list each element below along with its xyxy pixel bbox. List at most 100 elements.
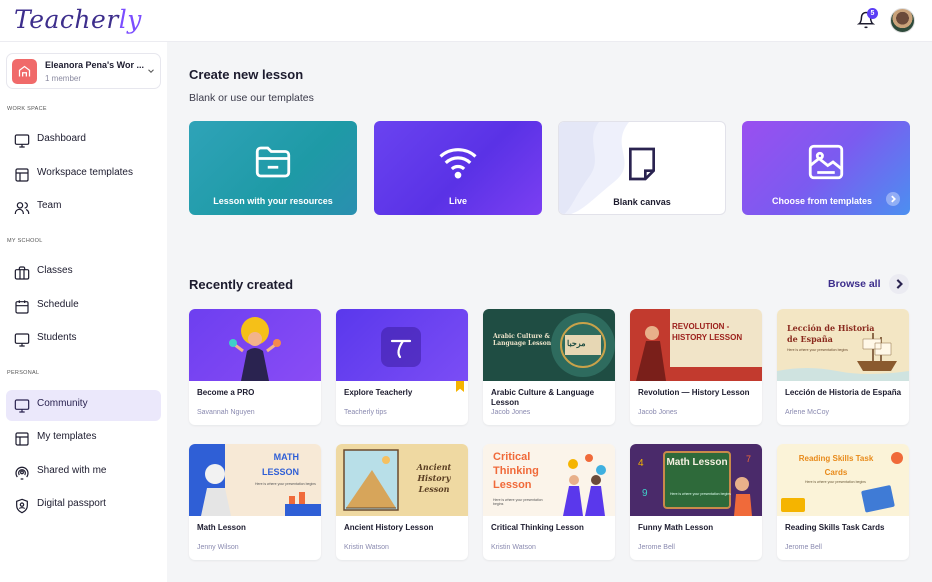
sidebar-item-label: Classes bbox=[37, 265, 73, 276]
card-lesson-with-resources[interactable]: Lesson with your resources bbox=[189, 121, 357, 215]
create-lesson-subtitle: Blank or use our templates bbox=[189, 92, 314, 104]
page-icon bbox=[629, 147, 655, 181]
sidebar-item-label: My templates bbox=[37, 431, 97, 442]
thumb-subtitle: Here is where your presentation begins bbox=[670, 492, 731, 496]
thumb-title: Lección de Historia de España bbox=[787, 323, 875, 344]
sidebar-item-label: Schedule bbox=[37, 299, 79, 310]
monitor-icon bbox=[14, 399, 30, 413]
shield-user-icon bbox=[16, 498, 28, 514]
lesson-card[interactable]: Explore Teacherly Teacherly tips bbox=[336, 309, 468, 425]
thumb-subtitle: Here is where your presentation begins bbox=[493, 498, 543, 506]
lesson-title: Lección de Historia de España bbox=[785, 388, 902, 397]
card-label: Lesson with your resources bbox=[213, 196, 333, 206]
lesson-author: Teacherly tips bbox=[344, 409, 387, 416]
lesson-title: Arabic Culture & Language Lesson bbox=[491, 388, 595, 407]
lesson-author: Jenny Wilson bbox=[197, 544, 239, 551]
app-logo[interactable]: Teacherly bbox=[14, 5, 142, 34]
lesson-title: Reading Skills Task Cards bbox=[785, 523, 885, 532]
lesson-card[interactable]: Ancient History Lesson Ancient History L… bbox=[336, 444, 468, 560]
monitor-icon bbox=[14, 134, 30, 148]
lesson-card[interactable]: Become a PRO Savannah Nguyen bbox=[189, 309, 321, 425]
sidebar-item-team[interactable]: Team bbox=[6, 192, 161, 223]
lesson-card[interactable]: Critical Thinking Lesson Here is where y… bbox=[483, 444, 615, 560]
lesson-thumbnail: MATH LESSON Here is where your presentat… bbox=[189, 444, 321, 516]
thumb-title: Reading Skills Task Cards bbox=[798, 454, 874, 477]
thumb-title: MATH LESSON bbox=[261, 452, 299, 477]
teacherly-logo-icon bbox=[381, 327, 421, 367]
lesson-author: Jerome Bell bbox=[785, 544, 822, 551]
lesson-title: Funny Math Lesson bbox=[638, 523, 714, 532]
revolution-illustration bbox=[630, 309, 762, 381]
wifi-icon bbox=[439, 148, 477, 179]
lesson-thumbnail: Lección de Historia de España Here is wh… bbox=[777, 309, 909, 381]
create-lesson-title: Create new lesson bbox=[189, 67, 304, 82]
recently-created-title: Recently created bbox=[189, 277, 294, 292]
lesson-author: Jerome Bell bbox=[638, 544, 675, 551]
lesson-thumbnail: Reading Skills Task Cards Here is where … bbox=[777, 444, 909, 516]
lesson-title: Ancient History Lesson bbox=[344, 523, 434, 532]
calendar-icon bbox=[15, 300, 29, 314]
lesson-title: Become a PRO bbox=[197, 388, 255, 397]
sidebar-item-community[interactable]: Community bbox=[6, 390, 161, 421]
lesson-card[interactable]: Arabic Culture & Language Lesson مرحبا A… bbox=[483, 309, 615, 425]
card-label: Choose from templates bbox=[771, 196, 873, 206]
thumb-title: Math Lesson bbox=[666, 457, 728, 468]
sidebar-item-schedule[interactable]: Schedule bbox=[6, 291, 161, 322]
svg-text:4: 4 bbox=[638, 458, 644, 469]
lesson-card[interactable]: Reading Skills Task Cards Here is where … bbox=[777, 444, 909, 560]
workspace-icon bbox=[12, 59, 37, 84]
card-choose-templates[interactable]: Choose from templates bbox=[742, 121, 910, 215]
thumb-title: Ancient History Lesson bbox=[416, 462, 452, 494]
card-blank-canvas[interactable]: Blank canvas bbox=[558, 121, 726, 215]
lesson-thumbnail bbox=[336, 309, 468, 381]
lesson-title: Explore Teacherly bbox=[344, 388, 413, 397]
sidebar-item-digital-passport[interactable]: Digital passport bbox=[6, 490, 161, 521]
lesson-card[interactable]: REVOLUTION - HISTORY LESSON Revolution —… bbox=[630, 309, 762, 425]
illustration-person bbox=[229, 317, 281, 381]
browse-all-link[interactable]: Browse all bbox=[828, 278, 881, 290]
template-icon bbox=[808, 144, 844, 180]
sidebar-item-label: Workspace templates bbox=[37, 167, 133, 178]
lesson-thumbnail: Critical Thinking Lesson Here is where y… bbox=[483, 444, 615, 516]
workspace-name: Eleanora Pena's Wor ... bbox=[45, 60, 145, 70]
lesson-thumbnail: 4 9 7 Math Lesson Here is where your prese… bbox=[630, 444, 762, 516]
lesson-thumbnail bbox=[189, 309, 321, 381]
lesson-author: Savannah Nguyen bbox=[197, 409, 255, 416]
sidebar-item-label: Students bbox=[37, 332, 77, 343]
svg-text:7: 7 bbox=[746, 454, 751, 464]
workspace-switcher[interactable]: Eleanora Pena's Wor ... 1 member bbox=[6, 53, 161, 89]
ship-illustration bbox=[777, 333, 909, 381]
lesson-thumbnail: Ancient History Lesson bbox=[336, 444, 468, 516]
user-avatar[interactable] bbox=[890, 8, 915, 33]
card-live[interactable]: Live bbox=[374, 121, 542, 215]
sidebar-item-label: Dashboard bbox=[37, 133, 86, 144]
section-label-workspace: WORK SPACE bbox=[7, 106, 47, 112]
sidebar-item-students[interactable]: Students bbox=[6, 324, 161, 355]
sidebar-item-classes[interactable]: Classes bbox=[6, 257, 161, 288]
lesson-card[interactable]: Lección de Historia de España Here is wh… bbox=[777, 309, 909, 425]
thumb-subtitle: Here is where your presentation begins bbox=[787, 348, 848, 352]
sidebar-item-label: Shared with me bbox=[37, 465, 107, 476]
notification-badge: 5 bbox=[867, 8, 878, 19]
lesson-card[interactable]: 4 9 7 Math Lesson Here is where your prese… bbox=[630, 444, 762, 560]
lesson-title: Critical Thinking Lesson bbox=[491, 523, 584, 532]
sidebar-item-shared-with-me[interactable]: Shared with me bbox=[6, 457, 161, 488]
lesson-title: Math Lesson bbox=[197, 523, 246, 532]
lesson-card[interactable]: MATH LESSON Here is where your presentat… bbox=[189, 444, 321, 560]
section-label-my-school: MY SCHOOL bbox=[7, 238, 43, 244]
thumb-title: REVOLUTION - HISTORY LESSON bbox=[672, 322, 743, 342]
chevron-right-icon bbox=[886, 192, 900, 206]
layout-icon bbox=[15, 168, 29, 182]
workspace-members: 1 member bbox=[45, 74, 82, 83]
sidebar-item-dashboard[interactable]: Dashboard bbox=[6, 125, 161, 156]
card-label: Blank canvas bbox=[613, 197, 671, 207]
browse-all-button[interactable] bbox=[889, 274, 909, 294]
section-label-personal: PERSONAL bbox=[7, 370, 40, 376]
sidebar-item-my-templates[interactable]: My templates bbox=[6, 423, 161, 454]
lesson-title: Revolution — History Lesson bbox=[638, 388, 750, 397]
broadcast-icon bbox=[15, 466, 29, 480]
lesson-author: Jacob Jones bbox=[491, 409, 531, 416]
chevron-right-icon bbox=[896, 279, 903, 289]
sidebar-item-workspace-templates[interactable]: Workspace templates bbox=[6, 159, 161, 190]
sidebar-item-label: Community bbox=[37, 398, 88, 409]
